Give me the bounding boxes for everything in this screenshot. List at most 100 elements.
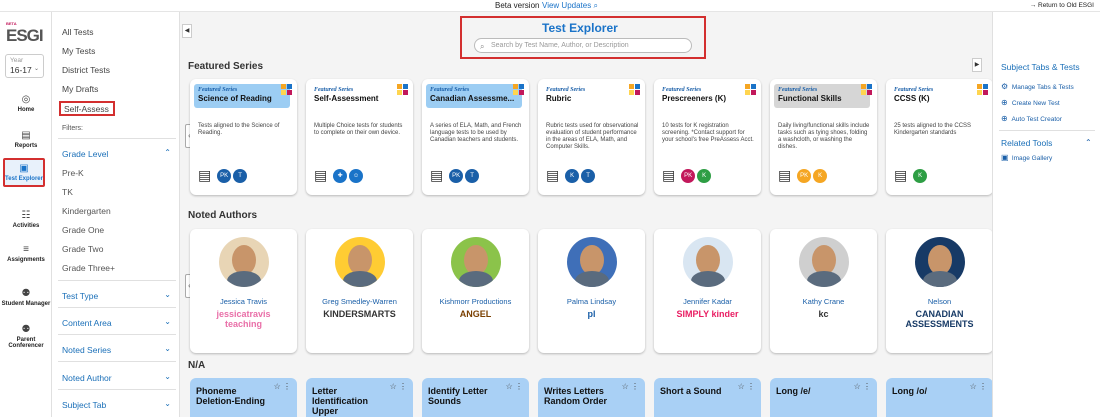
nav-test-explorer[interactable]: ▣ Test Explorer [3,158,45,187]
chevron-down-icon[interactable]: ⌄ [164,290,171,299]
star-icon[interactable]: ☆ ⋮ [970,382,987,391]
nav-reports[interactable]: ▤ Reports [0,130,52,149]
left-nav: BETA ESGI Year 16-17 ⌄ ◎ Home ▤ Reports … [0,12,52,417]
subject-tab-header[interactable]: Subject Tab [62,400,106,410]
grade-level-header[interactable]: Grade Level [62,149,108,159]
grade-tk[interactable]: TK [62,187,73,197]
grade-badge: K [697,169,712,184]
test-card[interactable]: Letter Identification Upper ☆ ⋮ [306,378,413,417]
featured-series-card[interactable]: Featured Series Functional Skills Daily li… [770,79,877,195]
noted-author-header[interactable]: Noted Author [62,373,112,383]
image-gallery-link[interactable]: ▣ Image Gallery [1001,153,1052,162]
author-card[interactable]: Jennifer Kadar SIMPLY kinder [654,229,761,353]
author-photo [799,237,849,287]
top-bar: Beta version View Updates ⌕ → Return to … [0,0,1100,12]
test-type-header[interactable]: Test Type [62,291,98,301]
grade-pre-k[interactable]: Pre-K [62,168,84,178]
subject-tabs-tests-header: Subject Tabs & Tests [1001,62,1080,72]
content-area-header[interactable]: Content Area [62,318,112,328]
filters-label: Filters: [62,125,83,132]
chevron-up-icon[interactable]: ⌃ [164,148,171,157]
featured-series-card[interactable]: Featured Series Science of Reading Tests a… [190,79,297,195]
author-name: Jennifer Kadar [683,297,732,306]
nav-assignments[interactable]: ≡ Assignments [0,244,52,263]
divider [58,138,176,139]
card-icons: ▤ ✚ ☺ [314,167,364,184]
chevron-down-icon[interactable]: ⌄ [164,317,171,326]
return-to-old-esgi-link[interactable]: → Return to Old ESGI [1030,2,1094,9]
chevron-down-icon[interactable]: ⌄ [164,399,171,408]
star-icon[interactable]: ☆ ⋮ [738,382,755,391]
star-icon[interactable]: ☆ ⋮ [274,382,291,391]
author-photo [219,237,269,287]
year-select[interactable]: Year 16-17 ⌄ [5,54,44,78]
grade-badge: PK [449,169,464,184]
featured-series-card[interactable]: Featured Series Self-Assessment Multiple C… [306,79,413,195]
star-icon[interactable]: ☆ ⋮ [622,382,639,391]
link-all-tests[interactable]: All Tests [62,27,94,37]
chevron-up-icon[interactable]: ⌃ [1085,138,1092,147]
chevron-down-icon[interactable]: ⌄ [164,372,171,381]
test-card[interactable]: Long /o/ ☆ ⋮ [886,378,992,417]
author-card[interactable]: Palma Lindsay pl [538,229,645,353]
manage-tabs-link[interactable]: ⚙ Manage Tabs & Tests [1001,82,1074,91]
test-card[interactable]: Writes Letters Random Order ☆ ⋮ [538,378,645,417]
esgi-logo[interactable]: BETA ESGI [6,21,44,46]
avatar [575,271,609,287]
author-card[interactable]: Nelson CANADIAN ASSESSMENTS [886,229,992,353]
featured-series-card[interactable]: Featured Series CCSS (K) 25 tests aligned … [886,79,992,195]
test-card[interactable]: Short a Sound ☆ ⋮ [654,378,761,417]
card-description: A series of ELA, Math, and French langua… [430,123,522,143]
grade-badge: PK [681,169,696,184]
nav-parent-conferencer[interactable]: ⚉ Parent Conferencer [0,324,52,349]
featured-series-title: Featured Series [188,61,264,72]
divider [58,361,176,362]
view-updates-link[interactable]: View Updates ⌕ [542,1,598,11]
gear-icon: ⚙ [1001,82,1009,91]
test-card[interactable]: Phoneme Deletion-Ending ☆ ⋮ [190,378,297,417]
create-new-test-link[interactable]: ⊕ Create New Test [1001,98,1060,107]
link-my-tests[interactable]: My Tests [62,46,95,56]
blocks-icon [629,84,641,96]
link-self-assess[interactable]: Self-Assess [59,101,115,116]
star-icon[interactable]: ☆ ⋮ [390,382,407,391]
collapse-sidebar-button[interactable]: ◀ [182,24,192,38]
na-title: N/A [188,360,206,371]
link-my-drafts[interactable]: My Drafts [62,84,98,94]
test-card[interactable]: Identify Letter Sounds ☆ ⋮ [422,378,529,417]
grade-three-plus[interactable]: Grade Three+ [62,263,115,273]
home-icon: ◎ [21,94,31,105]
related-tools-header[interactable]: Related Tools [1001,138,1052,148]
grade-two[interactable]: Grade Two [62,244,103,254]
nav-activities[interactable]: ☷ Activities [0,210,52,229]
grade-kindergarten[interactable]: Kindergarten [62,206,111,216]
test-card[interactable]: Long /e/ ☆ ⋮ [770,378,877,417]
author-brand-logo: KINDERSMARTS [323,309,396,319]
test-name: Long /o/ [892,386,927,396]
grade-badge: K [565,169,580,184]
featured-series-card[interactable]: Featured Series Prescreeners (K) 10 tests … [654,79,761,195]
author-card[interactable]: Jessica Travis jessicatravis teaching [190,229,297,353]
author-photo [683,237,733,287]
author-photo [335,237,385,287]
author-card[interactable]: Kishmorr Productions ANGEL [422,229,529,353]
chevron-down-icon[interactable]: ⌄ [164,344,171,353]
avatar [343,271,377,287]
grade-one[interactable]: Grade One [62,225,104,235]
author-brand-logo: ANGEL [459,309,492,319]
author-card[interactable]: Kathy Crane kc [770,229,877,353]
featured-series-card[interactable]: Featured Series Rubric Rubric tests used f… [538,79,645,195]
star-icon[interactable]: ☆ ⋮ [506,382,523,391]
nav-home[interactable]: ◎ Home [0,94,52,113]
noted-series-header[interactable]: Noted Series [62,345,111,355]
auto-test-creator-link[interactable]: ⊕ Auto Test Creator [1001,114,1062,123]
card-header: Featured Series Canadian Assessme... [426,84,522,108]
test-type-icon: ▤ [778,167,796,183]
collapse-right-panel-button[interactable]: ▶ [972,58,982,72]
featured-series-card[interactable]: Featured Series Canadian Assessme... A ser… [422,79,529,195]
nav-student-manager[interactable]: ⚉ Student Manager [0,288,52,307]
star-icon[interactable]: ☆ ⋮ [854,382,871,391]
search-input[interactable]: ⌕ Search by Test Name, Author, or Descri… [474,38,692,53]
author-card[interactable]: Greg Smedley-Warren KINDERSMARTS [306,229,413,353]
link-district-tests[interactable]: District Tests [62,65,110,75]
